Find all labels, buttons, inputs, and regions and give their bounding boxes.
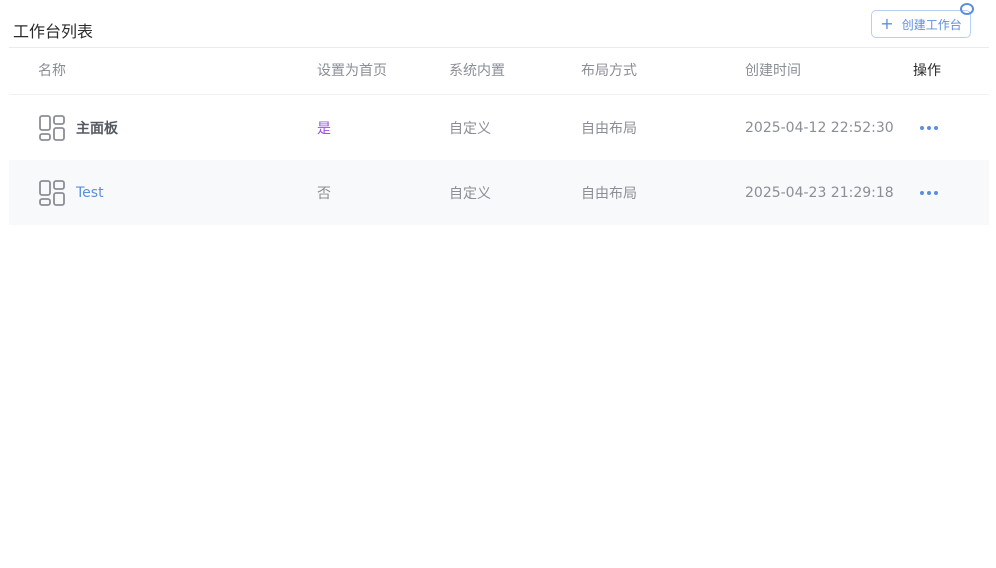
- create-workspace-label: 创建工作台: [901, 17, 962, 32]
- table-header: 名称 设置为首页 系统内置 布局方式 创建时间 操作: [9, 48, 989, 95]
- name-cell: 主面板: [38, 95, 118, 160]
- home-status: 否: [317, 185, 331, 202]
- more-icon[interactable]: [920, 122, 938, 134]
- actions-cell: [920, 95, 938, 160]
- home-status: 是: [317, 120, 331, 137]
- workspace-table: 名称 设置为首页 系统内置 布局方式 创建时间 操作 主面板 是 自定义 自由布…: [9, 48, 989, 225]
- system-type: 自定义: [449, 120, 491, 137]
- system-type: 自定义: [449, 185, 491, 202]
- workspace-name[interactable]: 主面板: [76, 118, 118, 138]
- created-time: 2025-04-12 22:52:30: [745, 119, 894, 136]
- dashboard-icon: [39, 114, 65, 141]
- table-row[interactable]: 主面板 是 自定义 自由布局 2025-04-12 22:52:30: [9, 95, 989, 160]
- column-header-system: 系统内置: [449, 63, 505, 79]
- column-header-name: 名称: [38, 63, 66, 79]
- column-header-actions: 操作: [913, 63, 941, 79]
- created-time: 2025-04-23 21:29:18: [745, 184, 894, 201]
- workspace-name[interactable]: Test: [76, 185, 104, 201]
- layout-type: 自由布局: [581, 120, 637, 137]
- workspace-list-page: 工作台列表 + 创建工作台 名称 设置为首页 系统内置 布局方式 创建时间 操作…: [0, 0, 996, 568]
- corner-indicator: [960, 3, 974, 15]
- dashboard-icon: [39, 179, 65, 206]
- name-cell: Test: [38, 160, 104, 225]
- column-header-layout: 布局方式: [581, 63, 637, 79]
- create-workspace-button[interactable]: + 创建工作台: [871, 3, 974, 38]
- column-header-created: 创建时间: [745, 63, 801, 79]
- plus-icon: +: [880, 14, 894, 33]
- actions-cell: [920, 160, 938, 225]
- table-row[interactable]: Test 否 自定义 自由布局 2025-04-23 21:29:18: [9, 160, 989, 225]
- more-icon[interactable]: [920, 187, 938, 199]
- column-header-home: 设置为首页: [317, 63, 387, 79]
- layout-type: 自由布局: [581, 185, 637, 202]
- page-title: 工作台列表: [13, 22, 94, 41]
